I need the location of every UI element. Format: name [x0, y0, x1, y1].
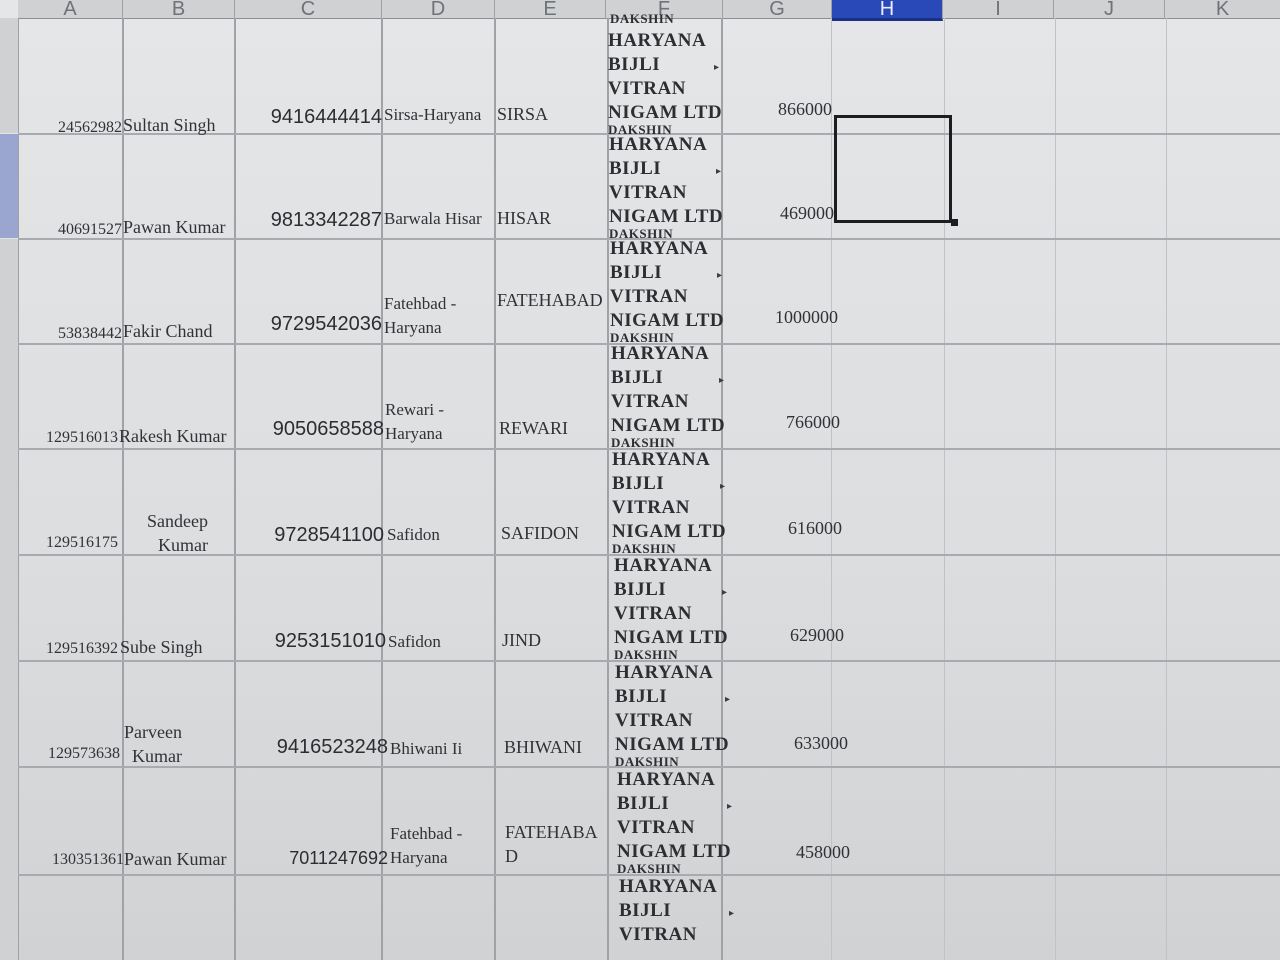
cell-id[interactable]: 129573638: [30, 746, 120, 762]
fill-handle[interactable]: [951, 219, 958, 226]
cell-location[interactable]: Barwala Hisar: [384, 210, 482, 227]
cell-location[interactable]: Bhiwani Ii: [390, 740, 462, 757]
cell-name[interactable]: Sultan Singh: [123, 116, 216, 134]
cell-phone[interactable]: 9050658588: [236, 419, 384, 439]
overflow-arrow-icon: ▸: [727, 801, 733, 812]
cell-name[interactable]: Parveen Kumar: [118, 720, 182, 768]
cell-district[interactable]: SIRSA: [497, 105, 548, 123]
cell-name[interactable]: Pawan Kumar: [123, 218, 225, 236]
cell-id[interactable]: 129516175: [28, 535, 118, 551]
gridline: [234, 18, 236, 960]
column-header-j[interactable]: J: [1054, 0, 1165, 19]
truncated-cell-text: DAKSHIN: [610, 14, 675, 24]
cell-company[interactable]: HARYANA BIJLI VITRAN NIGAM LTD DAKSHIN: [609, 133, 723, 239]
column-header-b[interactable]: B: [123, 0, 235, 19]
cell-company[interactable]: HARYANA BIJLI VITRAN NIGAM LTD DAKSHIN: [615, 661, 729, 767]
gridline: [1055, 18, 1056, 960]
cell-location[interactable]: Rewari - Haryana: [385, 398, 493, 446]
cell-amount[interactable]: 633000: [736, 734, 848, 752]
cell-district[interactable]: SAFIDON: [501, 524, 579, 542]
cell-phone[interactable]: 9416523248: [236, 737, 388, 757]
gridline: [494, 18, 496, 960]
column-header-g[interactable]: G: [723, 0, 832, 19]
column-header-k[interactable]: K: [1165, 0, 1280, 19]
cell-company[interactable]: HARYANA BIJLI VITRAN NIGAM LTD DAKSHIN: [614, 554, 728, 660]
active-cell-selection[interactable]: [834, 115, 952, 223]
cell-location[interactable]: Sirsa-Haryana: [384, 106, 481, 123]
spreadsheet-grid[interactable]: A B C D E F G H I J K DAKSHIN 24562982 S…: [0, 0, 1280, 960]
overflow-arrow-icon: ▸: [729, 908, 735, 919]
overflow-arrow-icon: ▸: [719, 375, 725, 386]
cell-location[interactable]: Fatehbad - Haryana: [390, 822, 498, 870]
cell-company[interactable]: HARYANA BIJLI VITRAN NIGAM LTD DAKSHIN: [610, 237, 724, 343]
cell-location[interactable]: Fatehbad - Haryana: [384, 292, 492, 340]
cell-amount[interactable]: 1000000: [728, 308, 838, 326]
cell-id[interactable]: 24562982: [24, 120, 122, 136]
cell-district[interactable]: FATEHABAD: [497, 288, 603, 312]
cell-id[interactable]: 129516013: [24, 430, 118, 446]
overflow-arrow-icon: ▸: [720, 481, 726, 492]
overflow-arrow-icon: ▸: [722, 587, 728, 598]
column-header-i[interactable]: I: [943, 0, 1054, 19]
cell-id[interactable]: 40691527: [24, 222, 122, 238]
cell-name[interactable]: Sandeep Kumar: [118, 509, 208, 557]
cell-company[interactable]: HARYANA BIJLI VITRAN NIGAM LTD DAKSHIN: [611, 342, 725, 448]
cell-id[interactable]: 130351361: [30, 852, 124, 868]
cell-amount[interactable]: 616000: [732, 519, 842, 537]
overflow-arrow-icon: ▸: [725, 694, 731, 705]
gridline: [122, 18, 124, 960]
cell-district[interactable]: REWARI: [499, 419, 568, 437]
cell-name[interactable]: Fakir Chand: [123, 322, 213, 340]
cell-phone[interactable]: 9416444414: [236, 107, 382, 127]
overflow-arrow-icon: ▸: [714, 62, 720, 73]
cell-name[interactable]: Rakesh Kumar: [119, 427, 226, 445]
cell-name[interactable]: Sube Singh: [120, 638, 203, 656]
gridline: [381, 18, 383, 960]
gridline: [831, 18, 832, 960]
cell-district[interactable]: BHIWANI: [504, 738, 582, 756]
column-header-a[interactable]: A: [18, 0, 123, 19]
cell-name[interactable]: Pawan Kumar: [124, 850, 226, 868]
cell-amount[interactable]: 469000: [726, 204, 834, 222]
row-header[interactable]: [0, 239, 19, 960]
cell-company[interactable]: HARYANA BIJLI VITRAN NIGAM LTD DAKSHIN: [612, 448, 726, 554]
overflow-arrow-icon: ▸: [717, 270, 723, 281]
cell-district[interactable]: HISAR: [497, 209, 551, 227]
cell-amount[interactable]: 866000: [724, 100, 832, 118]
cell-phone[interactable]: 9728541100: [236, 525, 384, 545]
cell-location[interactable]: Safidon: [387, 526, 440, 543]
overflow-arrow-icon: ▸: [716, 166, 722, 177]
column-header-c[interactable]: C: [235, 0, 382, 19]
cell-amount[interactable]: 766000: [730, 413, 840, 431]
cell-company[interactable]: HARYANA BIJLI VITRAN: [619, 875, 717, 947]
row-header-selected[interactable]: [0, 134, 19, 238]
column-header-h[interactable]: H: [832, 0, 943, 21]
cell-location[interactable]: Safidon: [388, 633, 441, 650]
cell-id[interactable]: 53838442: [24, 326, 122, 342]
cell-amount[interactable]: 458000: [738, 843, 850, 861]
gridline: [1166, 18, 1167, 960]
cell-id[interactable]: 129516392: [28, 641, 118, 657]
cell-company[interactable]: HARYANA BIJLI VITRAN NIGAM LTD DAKSHIN: [608, 29, 722, 135]
cell-district[interactable]: FATEHABAD: [505, 820, 609, 868]
row-header[interactable]: [0, 18, 19, 133]
cell-phone[interactable]: 7011247692: [236, 849, 388, 867]
column-header-e[interactable]: E: [495, 0, 606, 19]
cell-district[interactable]: JIND: [502, 631, 541, 649]
column-header-d[interactable]: D: [382, 0, 495, 19]
cell-phone[interactable]: 9813342287: [236, 210, 382, 230]
cell-company[interactable]: HARYANA BIJLI VITRAN NIGAM LTD DAKSHIN: [617, 768, 731, 874]
cell-phone[interactable]: 9729542036: [236, 314, 382, 334]
cell-amount[interactable]: 629000: [734, 626, 844, 644]
cell-phone[interactable]: 9253151010: [236, 631, 386, 651]
